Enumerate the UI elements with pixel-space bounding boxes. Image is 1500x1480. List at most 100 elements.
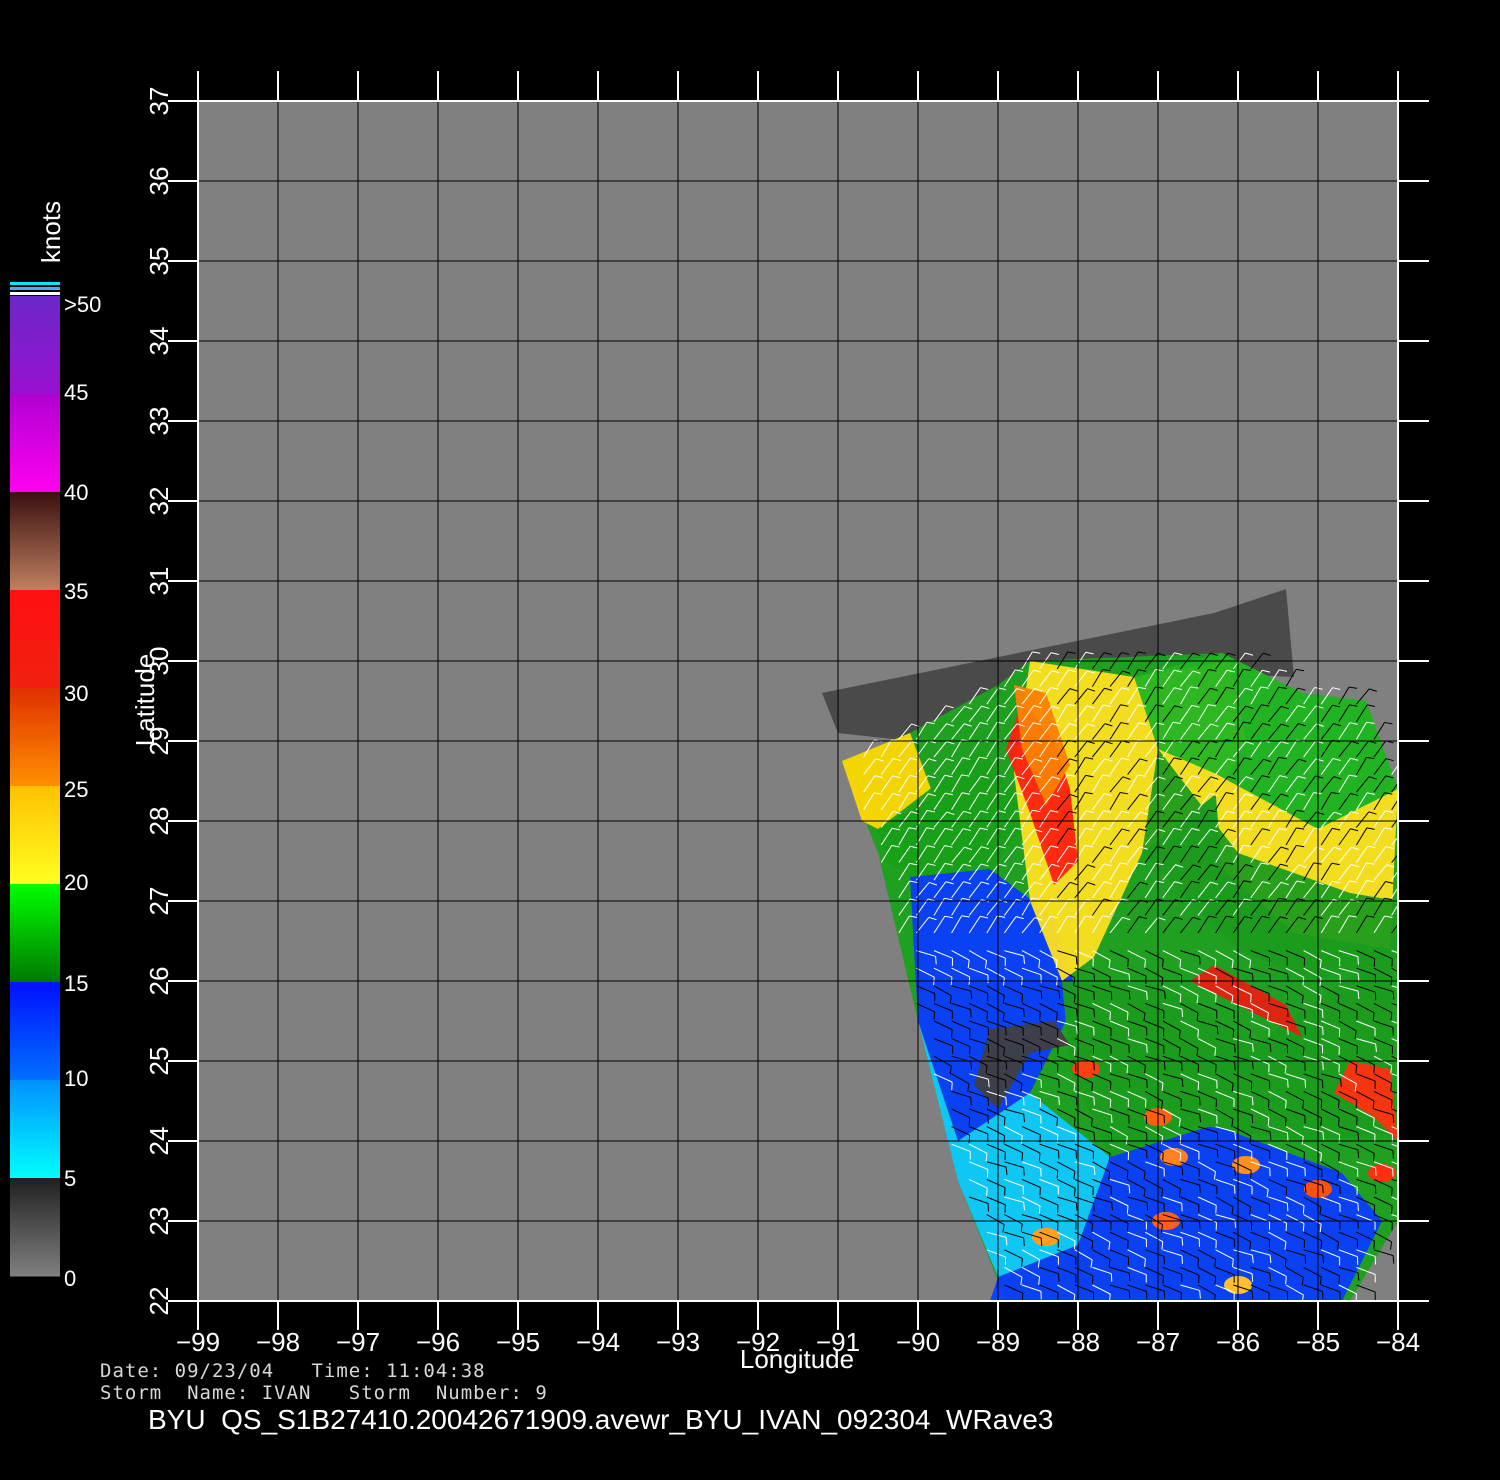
colorbar-tick-label: 0 — [64, 1266, 76, 1291]
colorbar-band-30-35 — [10, 590, 60, 689]
colorbar-band-45-50 — [10, 296, 60, 395]
wind-barb-feather — [951, 1029, 953, 1038]
wind-barb-feather — [1162, 1152, 1164, 1161]
colorbar-tick-label: 30 — [64, 681, 88, 706]
lon-tick-label: −90 — [896, 1327, 940, 1357]
colorbar-top-stripe — [10, 287, 60, 290]
wind-barb-feather — [1038, 1152, 1041, 1162]
colorbar-tick-label: 15 — [64, 971, 88, 996]
colorbar-tick-label: 25 — [64, 777, 88, 802]
wind-barb-feather — [1128, 1079, 1131, 1088]
wind-barb-feather — [1375, 1167, 1377, 1176]
wind-barb-feather — [1179, 994, 1182, 1003]
wind-barb-feather — [1302, 1047, 1305, 1056]
wind-barb-feather — [1110, 1115, 1113, 1124]
wind-barb-feather — [1287, 1026, 1289, 1035]
colorbar-band-40-45 — [10, 394, 60, 493]
wind-barb-feather — [1128, 1290, 1131, 1299]
wind-barb-feather — [1091, 1240, 1094, 1250]
wind-barb-feather — [1250, 1170, 1252, 1179]
wind-barb-feather — [1391, 1187, 1393, 1196]
wind-barb-feather — [1093, 1132, 1096, 1141]
plot-area — [197, 100, 1399, 1302]
wind-barb-feather — [1287, 1009, 1289, 1018]
wind-barb-feather — [1250, 994, 1252, 1003]
colorbar-top-stripe — [10, 282, 60, 285]
wind-barb-feather — [1181, 1220, 1183, 1229]
wind-barb-feather — [1181, 1255, 1183, 1264]
wind-barb-feather — [1390, 1205, 1393, 1214]
wind-barb-feather — [1357, 1132, 1360, 1141]
wind-barb-feather — [935, 956, 937, 965]
lat-tick-label: 35 — [144, 247, 174, 276]
wind-barb-feather — [1038, 1047, 1041, 1056]
wind-barb-feather — [1232, 1029, 1235, 1038]
wind-barb-feather — [933, 1011, 936, 1020]
wind-barb-feather — [1199, 1097, 1201, 1106]
wind-barb-feather — [1003, 1117, 1006, 1126]
wind-barb-feather — [1022, 1097, 1025, 1106]
colorbar-band-35-40 — [10, 492, 60, 591]
wind-barb-feather — [1304, 1255, 1307, 1264]
lat-tick-label: 34 — [144, 327, 174, 356]
lon-tick-label: −95 — [496, 1327, 540, 1357]
colorbar-tick-label: 20 — [64, 870, 88, 895]
colorbar-band-15-20 — [10, 884, 60, 983]
lon-tick-label: −88 — [1056, 1327, 1100, 1357]
wind-barb-feather — [1073, 1241, 1076, 1250]
wind-barb-feather — [1216, 1132, 1219, 1141]
map-figure: knots >50 45 40 35 30 25 20 15 10 5 0 −99 −98 −97 −96… — [0, 0, 1500, 1480]
wind-barb-feather — [1075, 1202, 1078, 1211]
x-axis-label: Longitude — [740, 1344, 854, 1374]
lon-tick-label: −89 — [976, 1327, 1020, 1357]
wind-barb-feather — [1234, 1167, 1236, 1176]
file-name-line: BYU QS_S1B27410.20042671909.avewr_BYU_IV… — [148, 1404, 1054, 1435]
wind-barb-feather — [1215, 994, 1217, 1003]
wind-barb-feather — [1163, 1290, 1166, 1299]
y-axis-label: Latitude — [130, 654, 160, 747]
wind-barb-feather — [1073, 1188, 1076, 1197]
wind-barb-feather — [968, 1135, 971, 1144]
wind-barb-feather — [1197, 1258, 1199, 1267]
colorbar-band-10-15 — [10, 982, 60, 1081]
lat-tick-label: 31 — [144, 567, 174, 596]
wind-barb-feather — [1056, 1170, 1059, 1179]
wind-barb-feather — [1181, 1009, 1184, 1018]
wind-barb-feather — [1075, 956, 1078, 965]
wind-barb-feather — [1128, 1272, 1131, 1282]
wind-barb-feather — [1005, 1097, 1007, 1106]
wind-barb-feather — [1322, 1185, 1324, 1194]
wind-barb-feather — [1357, 1202, 1359, 1211]
colorbar-tick-label: 45 — [64, 380, 88, 405]
wind-barb-feather — [1163, 1061, 1166, 1070]
wind-barb-feather — [1023, 1237, 1025, 1246]
wind-barb-feather — [1038, 1205, 1041, 1214]
wind-barb-feather — [1392, 1255, 1395, 1264]
lon-tick-label: −93 — [656, 1327, 700, 1357]
wind-barb-feather — [1320, 1240, 1323, 1249]
lat-tick-label: 22 — [144, 1287, 174, 1316]
lat-tick-label: 27 — [144, 887, 174, 916]
wind-barb-feather — [1040, 991, 1043, 1000]
wind-barb-feather — [970, 1097, 972, 1106]
wind-barb-feather — [1269, 1273, 1272, 1282]
wind-hotspot — [1232, 1156, 1260, 1174]
wind-barb-feather — [1179, 1152, 1182, 1161]
colorbar-band-25-30 — [10, 688, 60, 787]
colorbar-tick-label: >50 — [64, 292, 101, 317]
wind-barb-feather — [1040, 1061, 1043, 1070]
colorbar-tick-label: 35 — [64, 579, 88, 604]
wind-barb-feather — [1075, 1097, 1078, 1106]
lon-tick-label: −97 — [336, 1327, 380, 1357]
colorbar-band-20-25 — [10, 786, 60, 885]
wind-barb-feather — [1058, 1079, 1060, 1088]
wind-barb-feather — [1320, 1117, 1323, 1126]
lon-tick-label: −85 — [1296, 1327, 1340, 1357]
wind-barb-feather — [1322, 1062, 1324, 1071]
lon-tick-label: −86 — [1216, 1327, 1260, 1357]
wind-barb-feather — [1128, 1185, 1131, 1194]
colorbar-tick-label: 5 — [64, 1166, 76, 1191]
wind-barb-feather — [1337, 1100, 1340, 1109]
lon-tick-label: −87 — [1136, 1327, 1180, 1357]
wind-barb-feather — [1392, 991, 1395, 1000]
